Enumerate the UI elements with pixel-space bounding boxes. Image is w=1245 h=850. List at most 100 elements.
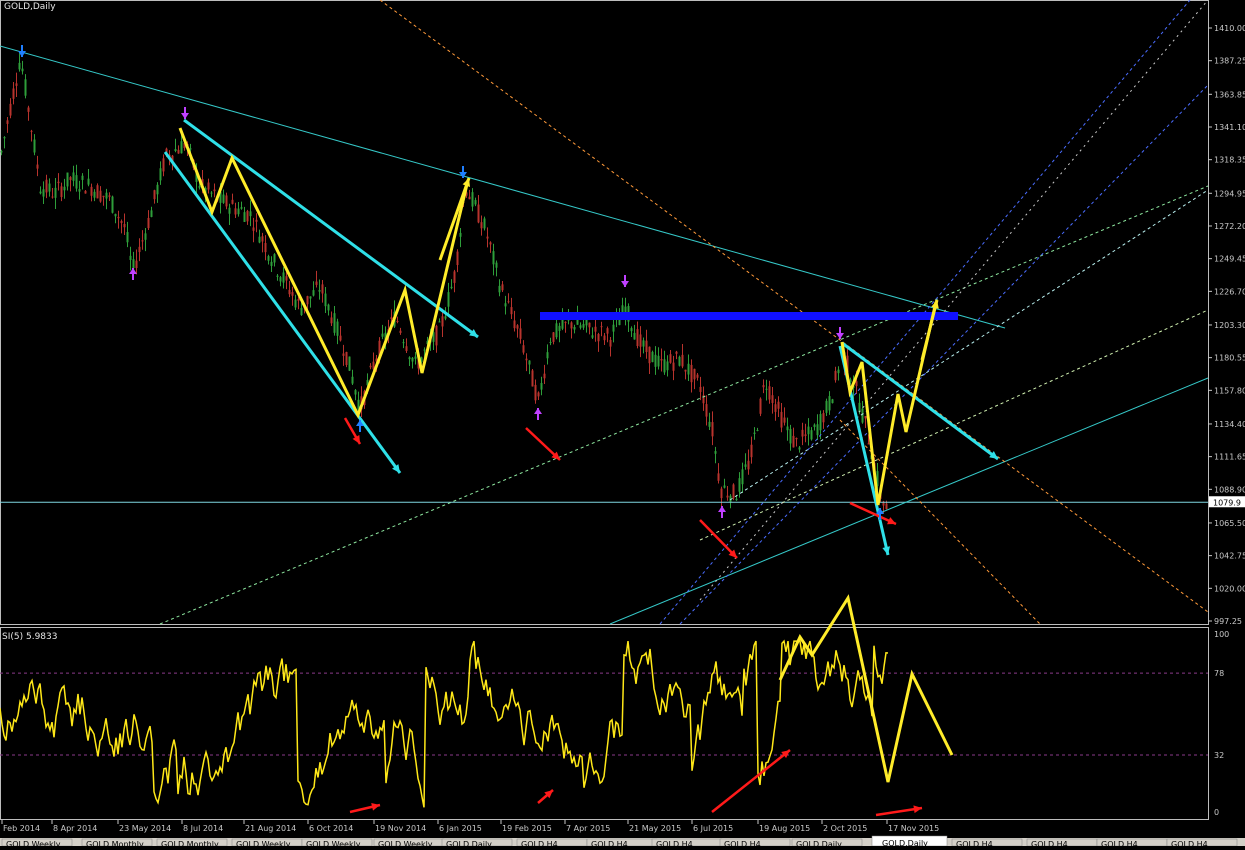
candle-body (663, 359, 666, 373)
candle-body (696, 374, 699, 378)
indicator-tick-label: 0 (1214, 808, 1219, 817)
chart-canvas[interactable]: 1410.00 1387.25 1363.85 1341.10 1318.35 1294.… (0, 0, 1245, 849)
candle-body (555, 323, 558, 338)
candle-body (699, 386, 702, 392)
chart-tab-label: GOLD,Weekly (306, 840, 361, 846)
candle-body (654, 354, 657, 367)
candle-body (687, 363, 690, 375)
candle-body (447, 292, 450, 307)
candle-body (522, 345, 525, 353)
candle-body (249, 211, 252, 217)
candle-body (723, 485, 726, 488)
time-tick-label: 6 Jul 2015 (693, 824, 733, 833)
candle-body (561, 318, 564, 329)
candle-body (213, 189, 216, 192)
price-tick-label: 1203.30 (1214, 321, 1245, 330)
candle-body (246, 210, 249, 222)
candle-body (648, 346, 651, 364)
price-tick-label: 1088.90 (1214, 485, 1245, 494)
candle-body (273, 254, 276, 263)
candle-body (381, 333, 384, 337)
price-tick-label: 1020.00 (1214, 584, 1245, 593)
fractal-marker (621, 281, 629, 287)
candle-body (315, 281, 318, 285)
candle-body (114, 213, 117, 217)
candle-body (390, 317, 393, 319)
indicator-tick-label: 78 (1214, 669, 1224, 678)
indicator-red-arrow-3 (711, 749, 791, 813)
candle-body (51, 196, 54, 198)
candle-body (441, 316, 444, 327)
candle-body (450, 286, 453, 289)
candle-body (339, 335, 342, 341)
candle-body (504, 303, 507, 307)
candle-body (78, 189, 81, 192)
candle-body (276, 275, 279, 277)
candle-body (153, 190, 156, 200)
candle-body (750, 444, 753, 458)
candle-body (15, 83, 18, 86)
time-tick-label: 8 Apr 2014 (53, 824, 97, 833)
candle-body (141, 240, 144, 242)
candle-body (138, 246, 141, 253)
chart-tab-label: GOLD,H4 (1031, 840, 1068, 846)
chart-tab-label: GOLD,H4 (1171, 840, 1208, 846)
candle-body (36, 164, 39, 169)
candle-body (828, 396, 831, 411)
candle-body (9, 103, 12, 116)
candle-body (444, 316, 447, 319)
candle-body (225, 195, 228, 207)
candle-body (783, 417, 786, 423)
candle-body (210, 192, 213, 194)
candle-body (705, 404, 708, 417)
time-tick-label: 17 Nov 2015 (888, 824, 939, 833)
yellow-zigzag-2-end (920, 299, 939, 361)
candle-body (474, 200, 477, 205)
candle-body (312, 290, 315, 296)
price-tick-label: 1226.70 (1214, 287, 1245, 296)
candle-body (39, 191, 42, 194)
candle-body (765, 388, 768, 390)
candle-body (66, 172, 69, 187)
candle-body (237, 208, 240, 215)
candle-body (105, 192, 108, 199)
candle-body (156, 184, 159, 195)
candle-body (87, 178, 90, 185)
candle-body (477, 204, 480, 223)
candle-body (651, 351, 654, 363)
time-tick-label: 19 Aug 2015 (759, 824, 810, 833)
chart-tab-active-label: GOLD,Daily (882, 839, 928, 846)
candle-body (333, 313, 336, 333)
candle-body (825, 400, 828, 413)
candle-body (456, 251, 459, 265)
candle-body (177, 149, 180, 154)
candle-body (807, 426, 810, 435)
candle-body (354, 390, 357, 395)
candle-body (498, 285, 501, 293)
candle-body (642, 340, 645, 347)
candle-body (342, 353, 345, 356)
candle-body (678, 356, 681, 366)
candle-body (558, 325, 561, 331)
candle-body (531, 370, 534, 387)
chart-tab-label: GOLD,Monthly (86, 840, 144, 846)
candle-body (222, 194, 225, 203)
chart-tab-label: GOLD,Weekly (378, 840, 433, 846)
candle-body (252, 227, 255, 231)
candle-body (864, 416, 867, 419)
candle-body (837, 369, 840, 374)
candle-body (684, 369, 687, 372)
candle-body (516, 325, 519, 329)
chart-tab-label: GOLD,H4 (521, 840, 558, 846)
candle-body (279, 277, 282, 282)
price-tick-label: 1180.55 (1214, 354, 1245, 363)
candle-body (747, 460, 750, 470)
candle-body (744, 464, 747, 467)
price-tick-label: 1410.00 (1214, 24, 1245, 33)
candle-body (786, 426, 789, 431)
candle-body (501, 284, 504, 291)
chart-tab-label: GOLD,Weekly (236, 840, 291, 846)
candle-body (231, 199, 234, 204)
candle-body (24, 79, 27, 96)
candle-body (855, 381, 858, 387)
